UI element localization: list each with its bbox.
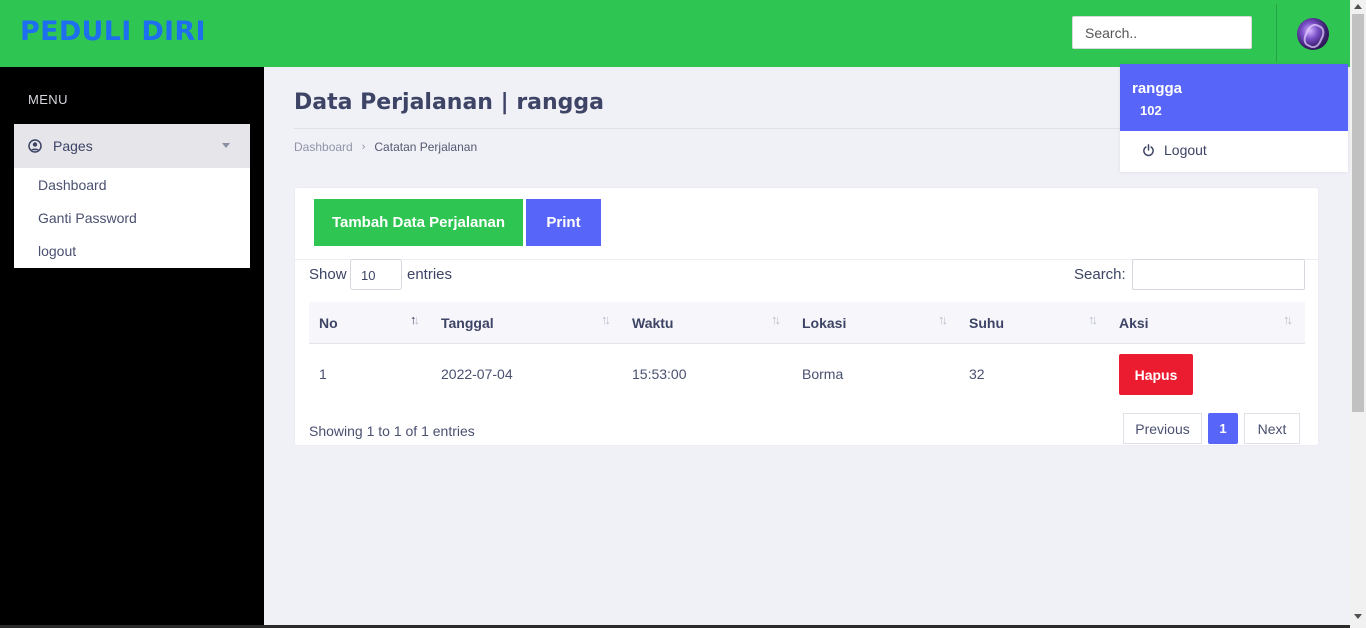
sort-asc-icon[interactable]: ↑↓ — [410, 312, 420, 327]
column-header-aksi[interactable]: Aksi — [1119, 315, 1149, 331]
showing-entries-info: Showing 1 to 1 of 1 entries — [309, 423, 475, 439]
sidebar-item-logout[interactable]: logout — [38, 243, 76, 259]
add-trip-button[interactable]: Tambah Data Perjalanan — [314, 199, 523, 246]
pagination-next-button[interactable]: Next — [1244, 413, 1300, 444]
cell-lokasi: Borma — [802, 366, 844, 382]
entries-select[interactable]: 10 — [350, 259, 402, 290]
page-title: Data Perjalanan | rangga — [294, 90, 605, 115]
breadcrumb-current: Catatan Perjalanan — [374, 140, 478, 154]
vertical-scrollbar[interactable] — [1350, 0, 1366, 628]
sort-icon[interactable]: ↑↓ — [1283, 312, 1293, 327]
sidebar-menu-title: MENU — [28, 92, 68, 107]
logout-label: Logout — [1164, 142, 1207, 158]
breadcrumb-dashboard[interactable]: Dashboard — [294, 140, 353, 154]
breadcrumb: Dashboard › Catatan Perjalanan — [294, 140, 477, 154]
sidebar: MENU Pages Dashboard Ganti Password logo… — [0, 67, 264, 625]
pagination-previous-button[interactable]: Previous — [1123, 413, 1202, 444]
sidebar-item-dashboard[interactable]: Dashboard — [38, 177, 107, 193]
cell-tanggal: 2022-07-04 — [441, 366, 513, 382]
top-navbar: PEDULI DIRI — [0, 0, 1350, 67]
user-id: 102 — [1140, 103, 1162, 118]
sidebar-item-ganti-password[interactable]: Ganti Password — [38, 210, 137, 226]
cell-waktu: 15:53:00 — [632, 366, 687, 382]
table-row: 1 2022-07-04 15:53:00 Borma 32 Hapus — [309, 344, 1305, 402]
sidebar-submenu: Dashboard Ganti Password logout — [14, 168, 250, 268]
user-circle-icon — [28, 139, 42, 153]
scrollbar-thumb[interactable] — [1352, 14, 1364, 412]
sidebar-pages-toggle[interactable]: Pages — [14, 124, 250, 168]
header-search-input[interactable] — [1072, 16, 1252, 49]
entries-label: entries — [407, 266, 453, 283]
cell-no: 1 — [319, 366, 327, 382]
title-divider — [294, 128, 1120, 129]
user-dropdown-header: rangga 102 — [1120, 64, 1348, 131]
user-dropdown-menu: rangga 102 Logout — [1120, 64, 1348, 172]
column-header-suhu[interactable]: Suhu — [969, 315, 1004, 331]
sort-icon[interactable]: ↑↓ — [938, 312, 948, 327]
column-header-tanggal[interactable]: Tanggal — [441, 315, 494, 331]
scroll-down-arrow-icon[interactable] — [1354, 614, 1362, 619]
delete-button[interactable]: Hapus — [1119, 354, 1193, 395]
sort-icon[interactable]: ↑↓ — [601, 312, 611, 327]
dropdown-logout-button[interactable]: Logout — [1142, 142, 1207, 158]
power-icon — [1143, 143, 1154, 156]
chevron-right-icon: › — [361, 141, 366, 153]
scroll-up-arrow-icon[interactable] — [1354, 4, 1362, 9]
table-search-input[interactable] — [1132, 259, 1305, 290]
user-avatar-icon[interactable] — [1297, 18, 1329, 50]
show-label: Show — [309, 266, 347, 283]
table-search-label: Search: — [1074, 266, 1126, 283]
column-header-no[interactable]: No — [319, 315, 338, 331]
sort-icon[interactable]: ↑↓ — [771, 312, 781, 327]
column-header-lokasi[interactable]: Lokasi — [802, 315, 846, 331]
column-header-waktu[interactable]: Waktu — [632, 315, 673, 331]
caret-down-icon — [222, 143, 230, 148]
user-name: rangga — [1132, 80, 1183, 97]
header-divider — [1276, 4, 1277, 62]
pagination-page-1[interactable]: 1 — [1208, 413, 1238, 444]
table-header: No ↑↓ Tanggal ↑↓ Waktu ↑↓ Lokasi ↑↓ Suhu… — [309, 302, 1305, 344]
cell-suhu: 32 — [969, 366, 985, 382]
print-button[interactable]: Print — [526, 199, 601, 246]
sort-icon[interactable]: ↑↓ — [1088, 312, 1098, 327]
sidebar-pages-label: Pages — [53, 138, 93, 154]
brand-logo-text[interactable]: PEDULI DIRI — [20, 16, 206, 47]
data-card: Tambah Data Perjalanan Print Show 10 ent… — [294, 187, 1319, 446]
